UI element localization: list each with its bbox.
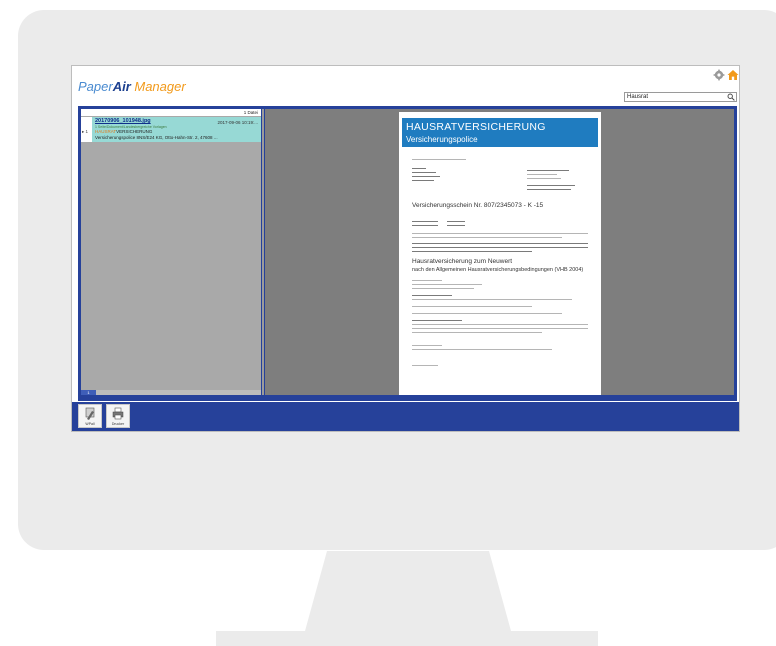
text-line	[412, 280, 442, 281]
logo-air: Air	[112, 79, 131, 94]
document-card-selected[interactable]: 20170906_101948.jpg 2017-09-06 10:19:...…	[92, 117, 261, 142]
text-line	[412, 320, 462, 321]
text-line	[412, 180, 434, 181]
app-logo: PaperAir Manager	[78, 79, 186, 94]
workspace: 1 Datei ▸ 1 20170906_101948.jpg 2017-09-…	[78, 106, 737, 401]
text-line	[412, 237, 562, 238]
text-line	[412, 243, 588, 244]
text-line	[412, 306, 532, 307]
document-list-pane: 1 Datei ▸ 1 20170906_101948.jpg 2017-09-…	[81, 109, 261, 395]
document-list-item[interactable]: ▸ 1 20170906_101948.jpg 2017-09-06 10:19…	[81, 117, 261, 142]
text-line	[412, 288, 474, 289]
preview-section-subheading: nach den Allgemeinen Hausratversicherung…	[412, 267, 584, 273]
logo-manager: Manager	[130, 79, 186, 94]
search-input[interactable]	[625, 93, 725, 101]
text-line	[412, 176, 440, 177]
text-line	[412, 251, 532, 252]
monitor-base	[216, 631, 598, 646]
text-line	[527, 178, 561, 179]
text-line	[412, 221, 438, 222]
pane-splitter[interactable]	[262, 109, 264, 395]
text-line	[412, 365, 438, 366]
file-count: 1 Datei	[243, 110, 258, 115]
text-line	[412, 295, 452, 296]
text-line	[527, 185, 575, 186]
printer-button[interactable]: Drucker	[106, 404, 130, 428]
text-line	[412, 168, 426, 169]
document-description: Versicherungspolice 8NS/E24 KG, Otto-Hah…	[95, 135, 218, 140]
wpall-button[interactable]: WPall	[78, 404, 102, 428]
tag-highlight: HAUSRAT	[95, 129, 117, 134]
text-line	[412, 233, 588, 234]
tag-rest: VERSICHERUNG	[116, 129, 153, 134]
text-line	[412, 332, 542, 333]
text-line	[527, 170, 569, 171]
text-line	[412, 225, 438, 226]
home-icon[interactable]	[727, 69, 739, 81]
wpall-label: WPall	[85, 422, 95, 426]
document-date: 2017-09-06 10:19:...	[217, 120, 258, 125]
brush-icon	[85, 407, 95, 420]
text-line	[412, 313, 562, 314]
text-line	[447, 225, 465, 226]
pager-strip: 1	[81, 390, 261, 395]
search-box	[624, 92, 737, 102]
pager-page-button[interactable]: 1	[81, 390, 96, 395]
text-line	[412, 324, 588, 325]
printer-icon	[112, 407, 124, 420]
preview-section-heading: Hausratversicherung zum Neuwert	[412, 258, 513, 265]
file-count-bar: 1 Datei	[81, 109, 261, 116]
text-line	[412, 349, 552, 350]
text-line	[412, 345, 442, 346]
preview-banner-title: HAUSRATVERSICHERUNG	[406, 121, 546, 133]
footer-toolbar: WPall Drucker	[72, 402, 739, 431]
text-line	[412, 284, 482, 285]
preview-banner: HAUSRATVERSICHERUNG Versicherungspolice	[402, 118, 598, 147]
search-icon[interactable]	[727, 93, 735, 101]
gear-icon[interactable]	[713, 69, 725, 81]
document-preview-pane: HAUSRATVERSICHERUNG Versicherungspolice …	[265, 109, 734, 395]
text-line	[412, 247, 588, 248]
text-line	[447, 221, 465, 222]
document-filename-link[interactable]: 20170906_101948.jpg	[95, 118, 151, 124]
row-marker: ▸ 1	[82, 129, 89, 134]
logo-paper: Paper	[78, 79, 113, 94]
printer-label: Drucker	[111, 422, 125, 426]
text-line	[412, 328, 588, 329]
text-line	[412, 172, 436, 173]
text-line	[527, 189, 571, 190]
document-tag: HAUSRATVERSICHERUNG	[95, 129, 152, 134]
text-line	[527, 174, 557, 175]
preview-banner-subtitle: Versicherungspolice	[406, 135, 478, 144]
preview-policy-heading: Versicherungsschein Nr. 807/2345073 - K …	[412, 202, 544, 209]
text-line	[412, 159, 466, 160]
preview-page: HAUSRATVERSICHERUNG Versicherungspolice …	[399, 112, 601, 395]
app-window: PaperAir Manager 1 Datei	[71, 65, 740, 432]
text-line	[412, 299, 572, 300]
app-header: PaperAir Manager	[72, 66, 739, 106]
